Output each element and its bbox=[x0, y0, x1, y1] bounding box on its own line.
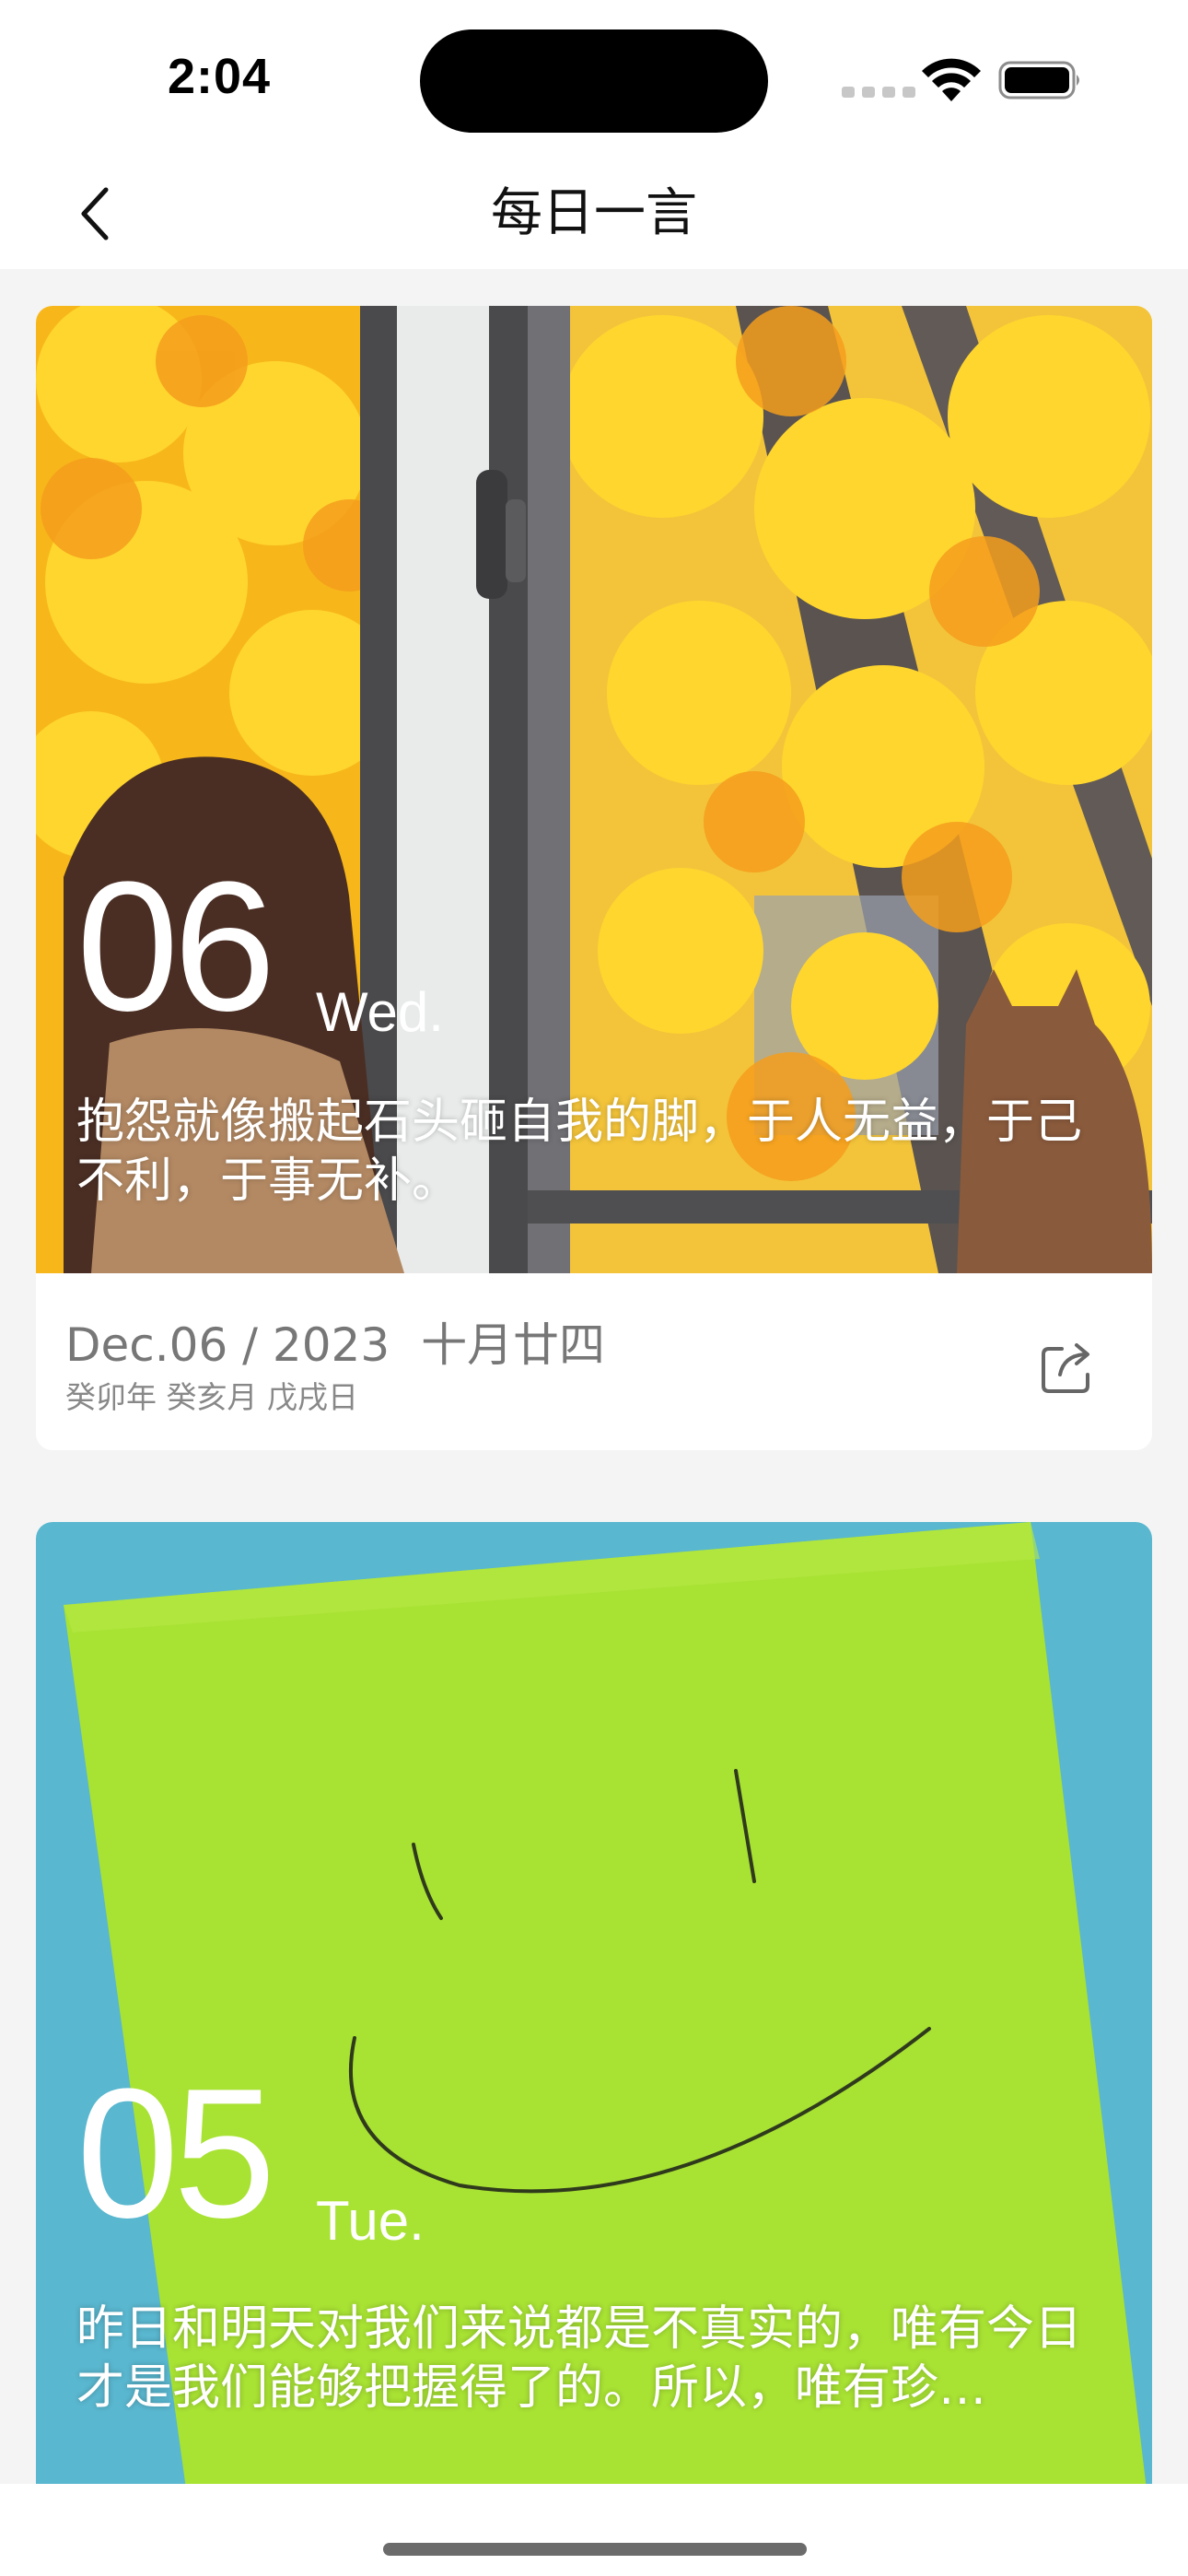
weekday-label: Tue. bbox=[316, 2190, 425, 2252]
quote-card[interactable]: 05 Tue. 昨日和明天对我们来说都是不真实的，唯有今日才是我们能够把握得了的… bbox=[36, 1522, 1152, 2484]
day-number: 06 bbox=[76, 844, 275, 1049]
lunar-date: 十月廿四 bbox=[421, 1318, 606, 1372]
share-icon bbox=[1042, 1343, 1089, 1393]
home-indicator[interactable] bbox=[383, 2543, 807, 2556]
status-time: 2:04 bbox=[168, 49, 272, 104]
quote-card-footer: Dec.06 / 2023 十月廿四 癸卯年 癸亥月 戊戌日 bbox=[36, 1273, 1152, 1450]
share-button[interactable] bbox=[1038, 1338, 1097, 1397]
quote-card-image[interactable]: 05 Tue. 昨日和明天对我们来说都是不真实的，唯有今日才是我们能够把握得了的… bbox=[36, 1522, 1152, 2484]
day-number: 05 bbox=[76, 2051, 275, 2256]
gregorian-date: Dec.06 / 2023 bbox=[65, 1318, 390, 1372]
weekday-label: Wed. bbox=[316, 981, 444, 1043]
cellular-signal-icon bbox=[842, 87, 915, 98]
date-line: Dec.06 / 2023 十月廿四 bbox=[65, 1308, 605, 1375]
quote-feed[interactable]: 06 Wed. 抱怨就像搬起石头砸自我的脚，于人无益，于己不利，于事无补。 De… bbox=[0, 269, 1188, 2484]
dynamic-island bbox=[420, 29, 768, 133]
wifi-icon bbox=[922, 58, 981, 101]
battery-icon bbox=[998, 61, 1079, 100]
page-title: 每日一言 bbox=[491, 183, 697, 243]
quote-card[interactable]: 06 Wed. 抱怨就像搬起石头砸自我的脚，于人无益，于己不利，于事无补。 De… bbox=[36, 306, 1152, 1450]
ganzhi-date: 癸卯年 癸亥月 戊戌日 bbox=[65, 1379, 358, 1415]
quote-text: 抱怨就像搬起石头砸自我的脚，于人无益，于己不利，于事无补。 bbox=[76, 1095, 1083, 1209]
quote-text: 昨日和明天对我们来说都是不真实的，唯有今日才是我们能够把握得了的。所以，唯有珍… bbox=[76, 2301, 1083, 2416]
status-bar: 2:04 bbox=[0, 0, 1188, 157]
quote-card-image[interactable]: 06 Wed. 抱怨就像搬起石头砸自我的脚，于人无益，于己不利，于事无补。 bbox=[36, 306, 1152, 1273]
navigation-bar: 每日一言 bbox=[0, 157, 1188, 269]
bottom-safe-area bbox=[0, 2484, 1188, 2576]
